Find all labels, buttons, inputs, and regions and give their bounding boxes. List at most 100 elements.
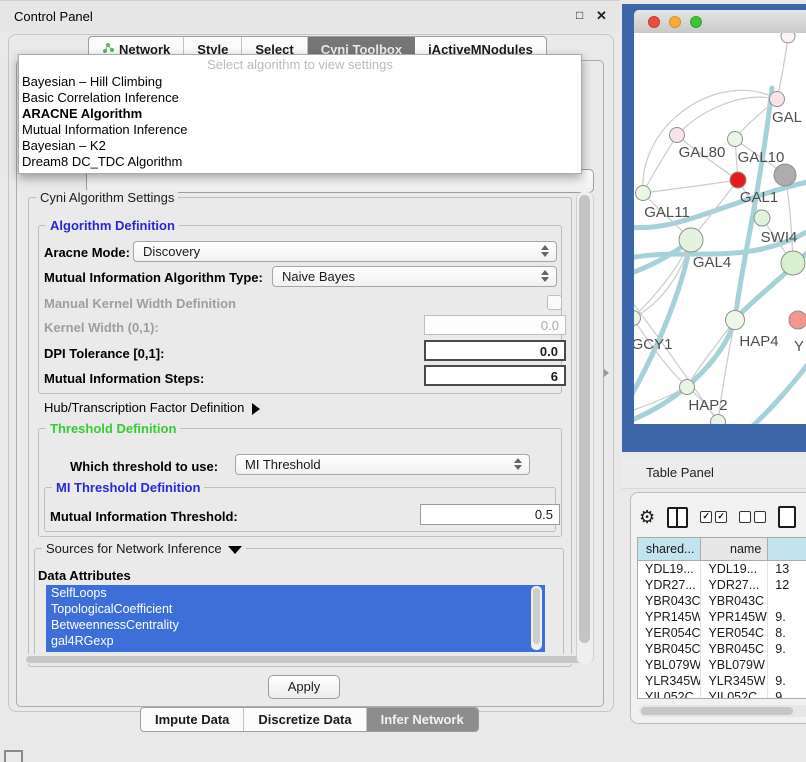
table-cell[interactable]: YBR045C <box>638 641 701 657</box>
table-cell[interactable]: YDR27... <box>638 577 701 593</box>
network-node[interactable] <box>754 210 770 226</box>
attribute-item[interactable]: gal4RGexp <box>46 633 545 649</box>
table-cell[interactable] <box>768 657 806 673</box>
tab-discretize-data[interactable]: Discretize Data <box>244 708 366 731</box>
table-cell[interactable]: YLR345W <box>701 673 768 689</box>
columns-icon[interactable] <box>667 507 688 528</box>
table-cell[interactable]: YDR27... <box>701 577 768 593</box>
dpi-tolerance-field[interactable]: 0.0 <box>424 340 566 361</box>
table-cell[interactable]: 9. <box>768 641 806 657</box>
table-cell[interactable]: YBL079W <box>701 657 768 673</box>
network-node[interactable] <box>728 132 743 147</box>
algorithm-dropdown-popup: Select algorithm to view settings Bayesi… <box>18 54 582 174</box>
table-cell[interactable]: 9. <box>768 689 806 699</box>
kernel-width-field[interactable]: 0.0 <box>424 315 566 335</box>
table-cell[interactable]: 12 <box>768 577 806 593</box>
table-row[interactable]: YDL19...YDL19...13 <box>638 561 806 577</box>
table-cell[interactable]: 9. <box>768 673 806 689</box>
mi-algorithm-type-value: Naive Bayes <box>282 269 355 284</box>
attributes-list-scrollbar[interactable] <box>531 586 542 650</box>
column-header-partial[interactable] <box>768 538 806 560</box>
table-cell[interactable]: YER054C <box>701 625 768 641</box>
algorithm-option[interactable]: Bayesian – K2 <box>19 138 581 154</box>
network-node[interactable] <box>730 172 746 188</box>
close-traffic-light[interactable] <box>648 16 660 28</box>
network-node[interactable] <box>680 380 695 395</box>
algorithm-option[interactable]: Bayesian – Hill Climbing <box>19 74 581 90</box>
table-cell[interactable]: YIL052C <box>638 689 701 699</box>
network-node[interactable] <box>789 311 806 329</box>
table-cell[interactable]: YLR345W <box>638 673 701 689</box>
network-node[interactable] <box>679 228 703 252</box>
table-row[interactable]: YPR145WYPR145W9. <box>638 609 806 625</box>
manual-kernel-width-checkbox[interactable] <box>547 295 562 310</box>
network-node[interactable] <box>781 33 795 43</box>
tab-impute-data[interactable]: Impute Data <box>141 708 244 731</box>
gear-icon[interactable]: ⚙ <box>639 507 655 527</box>
table-row[interactable]: YER054CYER054C8. <box>638 625 806 641</box>
algorithm-option[interactable]: Mutual Information Inference <box>19 122 581 138</box>
table-row[interactable]: YIL052CYIL052C9. <box>638 689 806 699</box>
tab-infer-network[interactable]: Infer Network <box>367 708 478 731</box>
minimize-traffic-light[interactable] <box>669 16 681 28</box>
table-cell[interactable] <box>768 593 806 609</box>
table-row[interactable]: YLR345WYLR345W9. <box>638 673 806 689</box>
table-cell[interactable]: 8. <box>768 625 806 641</box>
settings-horizontal-scrollbar[interactable] <box>24 654 592 664</box>
network-window-titlebar[interactable] <box>634 10 806 34</box>
page-icon[interactable] <box>778 506 796 528</box>
network-node[interactable] <box>670 128 685 143</box>
table-cell[interactable]: YIL052C <box>701 689 768 699</box>
network-node[interactable] <box>636 186 651 201</box>
table-cell[interactable]: YBR043C <box>638 593 701 609</box>
column-header-name[interactable]: name <box>701 538 768 560</box>
table-cell[interactable]: YDL19... <box>638 561 701 577</box>
algorithm-option[interactable]: ARACNE Algorithm <box>19 106 581 122</box>
tab-infer-network-label: Infer Network <box>381 712 464 727</box>
dock-square-icon[interactable] <box>4 750 23 762</box>
table-cell[interactable]: YER054C <box>638 625 701 641</box>
column-header-shared-name[interactable]: shared... <box>638 538 701 560</box>
network-node[interactable] <box>770 92 785 107</box>
table-cell[interactable]: YBL079W <box>638 657 701 673</box>
table-cell[interactable]: YPR145W <box>701 609 768 625</box>
table-horizontal-scrollbar[interactable] <box>639 705 806 717</box>
algorithm-option[interactable]: Dream8 DC_TDC Algorithm <box>19 154 581 170</box>
network-node[interactable] <box>711 415 726 425</box>
algorithm-option[interactable]: Basic Correlation Inference <box>19 90 581 106</box>
network-node[interactable] <box>781 251 805 275</box>
network-node[interactable] <box>726 311 745 330</box>
float-window-icon[interactable]: □ <box>576 8 583 23</box>
close-icon[interactable]: ✕ <box>596 8 607 23</box>
apply-button[interactable]: Apply <box>268 675 340 699</box>
deselect-all-columns-icon[interactable] <box>739 511 766 523</box>
attribute-item[interactable]: TopologicalCoefficient <box>46 601 545 617</box>
table-cell[interactable]: 13 <box>768 561 806 577</box>
table-row[interactable]: YBL079WYBL079W <box>638 657 806 673</box>
network-canvas[interactable]: GALGAL80GAL10GAL1GAL11SWI4GAL4GCY1HAP4YH… <box>634 33 806 424</box>
table-cell[interactable]: YDL19... <box>701 561 768 577</box>
splitter-arrow-icon <box>604 369 609 377</box>
sources-title-row[interactable]: Sources for Network Inference <box>42 541 246 556</box>
mi-algorithm-type-select[interactable]: Naive Bayes <box>272 266 557 287</box>
table-cell[interactable]: YBR043C <box>701 593 768 609</box>
hub-definition-expander[interactable]: Hub/Transcription Factor Definition <box>44 400 260 415</box>
attribute-item[interactable]: BetweennessCentrality <box>46 617 545 633</box>
which-threshold-select[interactable]: MI Threshold <box>235 454 530 475</box>
mi-steps-field[interactable]: 6 <box>424 365 566 386</box>
table-cell[interactable]: YBR045C <box>701 641 768 657</box>
settings-vertical-scrollbar[interactable] <box>576 192 594 664</box>
mi-threshold-field[interactable]: 0.5 <box>420 504 560 525</box>
zoom-traffic-light[interactable] <box>690 16 702 28</box>
select-all-columns-icon[interactable]: ✓✓ <box>700 511 727 523</box>
table-row[interactable]: YDR27...YDR27...12 <box>638 577 806 593</box>
network-view-frame[interactable]: GALGAL80GAL10GAL1GAL11SWI4GAL4GCY1HAP4YH… <box>622 4 806 452</box>
network-node[interactable] <box>774 164 796 186</box>
aracne-mode-select[interactable]: Discovery <box>133 241 557 262</box>
table-row[interactable]: YBR043CYBR043C <box>638 593 806 609</box>
table-cell[interactable]: 9. <box>768 609 806 625</box>
attribute-item[interactable]: SelfLoops <box>46 585 545 601</box>
data-attributes-list[interactable]: SelfLoopsTopologicalCoefficientBetweenne… <box>46 585 545 652</box>
table-row[interactable]: YBR045CYBR045C9. <box>638 641 806 657</box>
table-cell[interactable]: YPR145W <box>638 609 701 625</box>
